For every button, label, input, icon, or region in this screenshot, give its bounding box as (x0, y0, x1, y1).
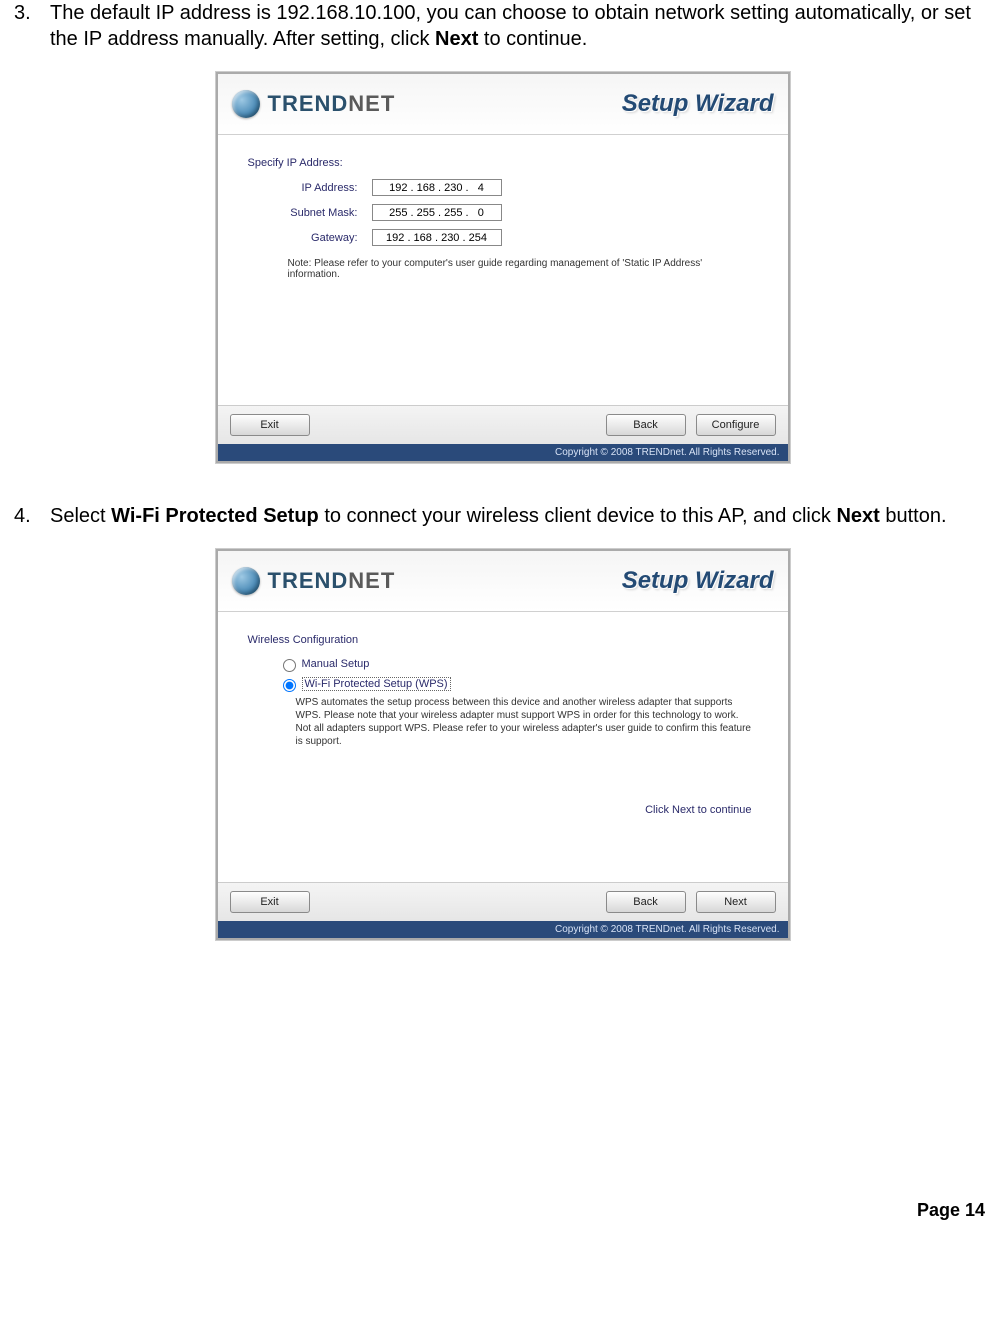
brand-logo-icon (232, 90, 260, 118)
brand-logo-icon (232, 567, 260, 595)
exit-button[interactable]: Exit (230, 414, 310, 436)
ip-address-field[interactable] (372, 179, 502, 196)
wizard-body: Wireless Configuration Manual Setup Wi-F… (218, 612, 788, 882)
wizard-header: TRENDNET Setup Wizard (218, 551, 788, 612)
gateway-label: Gateway: (248, 232, 372, 244)
brand-trend: TREND (268, 91, 349, 116)
step-3: 3. The default IP address is 192.168.10.… (14, 0, 991, 52)
wps-note: WPS automates the setup process between … (296, 696, 756, 748)
radio-manual-setup[interactable]: Manual Setup (278, 656, 758, 672)
step4-text-b: button. (880, 505, 947, 527)
step-number: 4. (14, 503, 50, 529)
continue-text: Click Next to continue (248, 804, 758, 816)
step-text: Select Wi-Fi Protected Setup to connect … (50, 503, 947, 529)
step4-bold2: Next (836, 505, 879, 527)
step4-bold1: Wi-Fi Protected Setup (111, 505, 319, 527)
static-ip-note: Note: Please refer to your computer's us… (288, 258, 748, 280)
wizard-wireless: TRENDNET Setup Wizard Wireless Configura… (216, 549, 790, 940)
back-button[interactable]: Back (606, 891, 686, 913)
wizard-button-bar: Exit Back Next (218, 882, 788, 921)
section-title: Specify IP Address: (248, 157, 758, 169)
radio-wps-input[interactable] (283, 679, 296, 692)
brand: TRENDNET (232, 567, 396, 595)
section-title: Wireless Configuration (248, 634, 758, 646)
wizard-body: Specify IP Address: IP Address: Subnet M… (218, 135, 788, 405)
wizard-footer: Copyright © 2008 TRENDnet. All Rights Re… (218, 921, 788, 938)
subnet-mask-field[interactable] (372, 204, 502, 221)
brand-net: NET (348, 568, 395, 593)
wizard-title: Setup Wizard (622, 90, 774, 118)
radio-wps-setup[interactable]: Wi-Fi Protected Setup (WPS) (278, 676, 758, 692)
ip-label: IP Address: (248, 182, 372, 194)
step4-text-a: Select (50, 505, 111, 527)
radio-manual-label: Manual Setup (302, 658, 370, 670)
exit-button[interactable]: Exit (230, 891, 310, 913)
wizard-footer: Copyright © 2008 TRENDnet. All Rights Re… (218, 444, 788, 461)
configure-button[interactable]: Configure (696, 414, 776, 436)
gateway-field[interactable] (372, 229, 502, 246)
next-button[interactable]: Next (696, 891, 776, 913)
wizard-header: TRENDNET Setup Wizard (218, 74, 788, 135)
subnet-label: Subnet Mask: (248, 207, 372, 219)
wizard-ip: TRENDNET Setup Wizard Specify IP Address… (216, 72, 790, 463)
wizard-title: Setup Wizard (622, 567, 774, 595)
back-button[interactable]: Back (606, 414, 686, 436)
step3-bold: Next (435, 28, 478, 50)
brand: TRENDNET (232, 90, 396, 118)
page-number: Page 14 (14, 1200, 991, 1221)
wizard-button-bar: Exit Back Configure (218, 405, 788, 444)
brand-trend: TREND (268, 568, 349, 593)
step3-text-b: to continue. (478, 28, 587, 50)
brand-text: TRENDNET (268, 91, 396, 117)
brand-text: TRENDNET (268, 568, 396, 594)
step-text: The default IP address is 192.168.10.100… (50, 0, 991, 52)
radio-manual-input[interactable] (283, 659, 296, 672)
step-number: 3. (14, 0, 50, 52)
step-4: 4. Select Wi-Fi Protected Setup to conne… (14, 503, 991, 529)
step4-text-mid: to connect your wireless client device t… (319, 505, 837, 527)
radio-wps-label: Wi-Fi Protected Setup (WPS) (302, 677, 451, 691)
brand-net: NET (348, 91, 395, 116)
